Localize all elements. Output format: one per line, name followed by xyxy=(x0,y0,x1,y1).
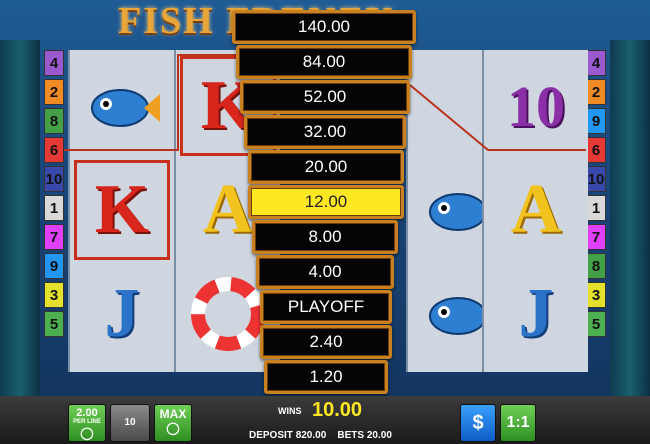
gamble-step: 1.20 xyxy=(264,360,388,394)
money-bag-icon: $ xyxy=(472,412,484,434)
game-stage: FISH FRENZY 42861017935 42961017835 KJKA… xyxy=(0,0,650,444)
bets-value: 20.00 xyxy=(366,430,392,441)
coin-stack-icon: ◯ xyxy=(80,426,94,440)
gamble-step: 4.00 xyxy=(256,255,394,289)
wins-value: 10.00 xyxy=(312,399,363,421)
deposit-label: DEPOSIT xyxy=(249,430,293,441)
wins-label: WINS xyxy=(278,406,302,416)
max-bet-label: MAX xyxy=(159,407,187,421)
gamble-step: 52.00 xyxy=(240,80,410,114)
deposit-value: 820.00 xyxy=(295,430,327,441)
bet-per-line-button[interactable]: 2.00 PER LINE ◯ xyxy=(68,404,106,442)
gamble-label: 1:1 xyxy=(506,414,530,431)
deposit-bets-line: DEPOSIT 820.00 BETS 20.00 xyxy=(249,430,392,441)
gamble-step: 2.40 xyxy=(260,325,392,359)
bet-per-line-value: 2.00 xyxy=(76,407,98,419)
lines-value: 10 xyxy=(124,417,136,428)
gamble-step-active: 12.00 xyxy=(248,185,404,219)
coin-stack-icon: ◯ xyxy=(166,421,180,435)
lines-button[interactable]: 10 xyxy=(110,404,150,442)
gamble-step: PLAYOFF xyxy=(260,290,392,324)
gamble-step: 32.00 xyxy=(244,115,406,149)
gamble-button[interactable]: 1:1 xyxy=(500,404,536,442)
max-bet-button[interactable]: MAX ◯ xyxy=(154,404,192,442)
bets-label: BETS xyxy=(337,430,365,441)
collect-button[interactable]: $ xyxy=(460,404,496,442)
gamble-step: 84.00 xyxy=(236,45,412,79)
gamble-step: 20.00 xyxy=(248,150,404,184)
gamble-step: 8.00 xyxy=(252,220,398,254)
bet-per-line-label: PER LINE xyxy=(73,419,101,425)
gamble-step: 140.00 xyxy=(232,10,416,44)
